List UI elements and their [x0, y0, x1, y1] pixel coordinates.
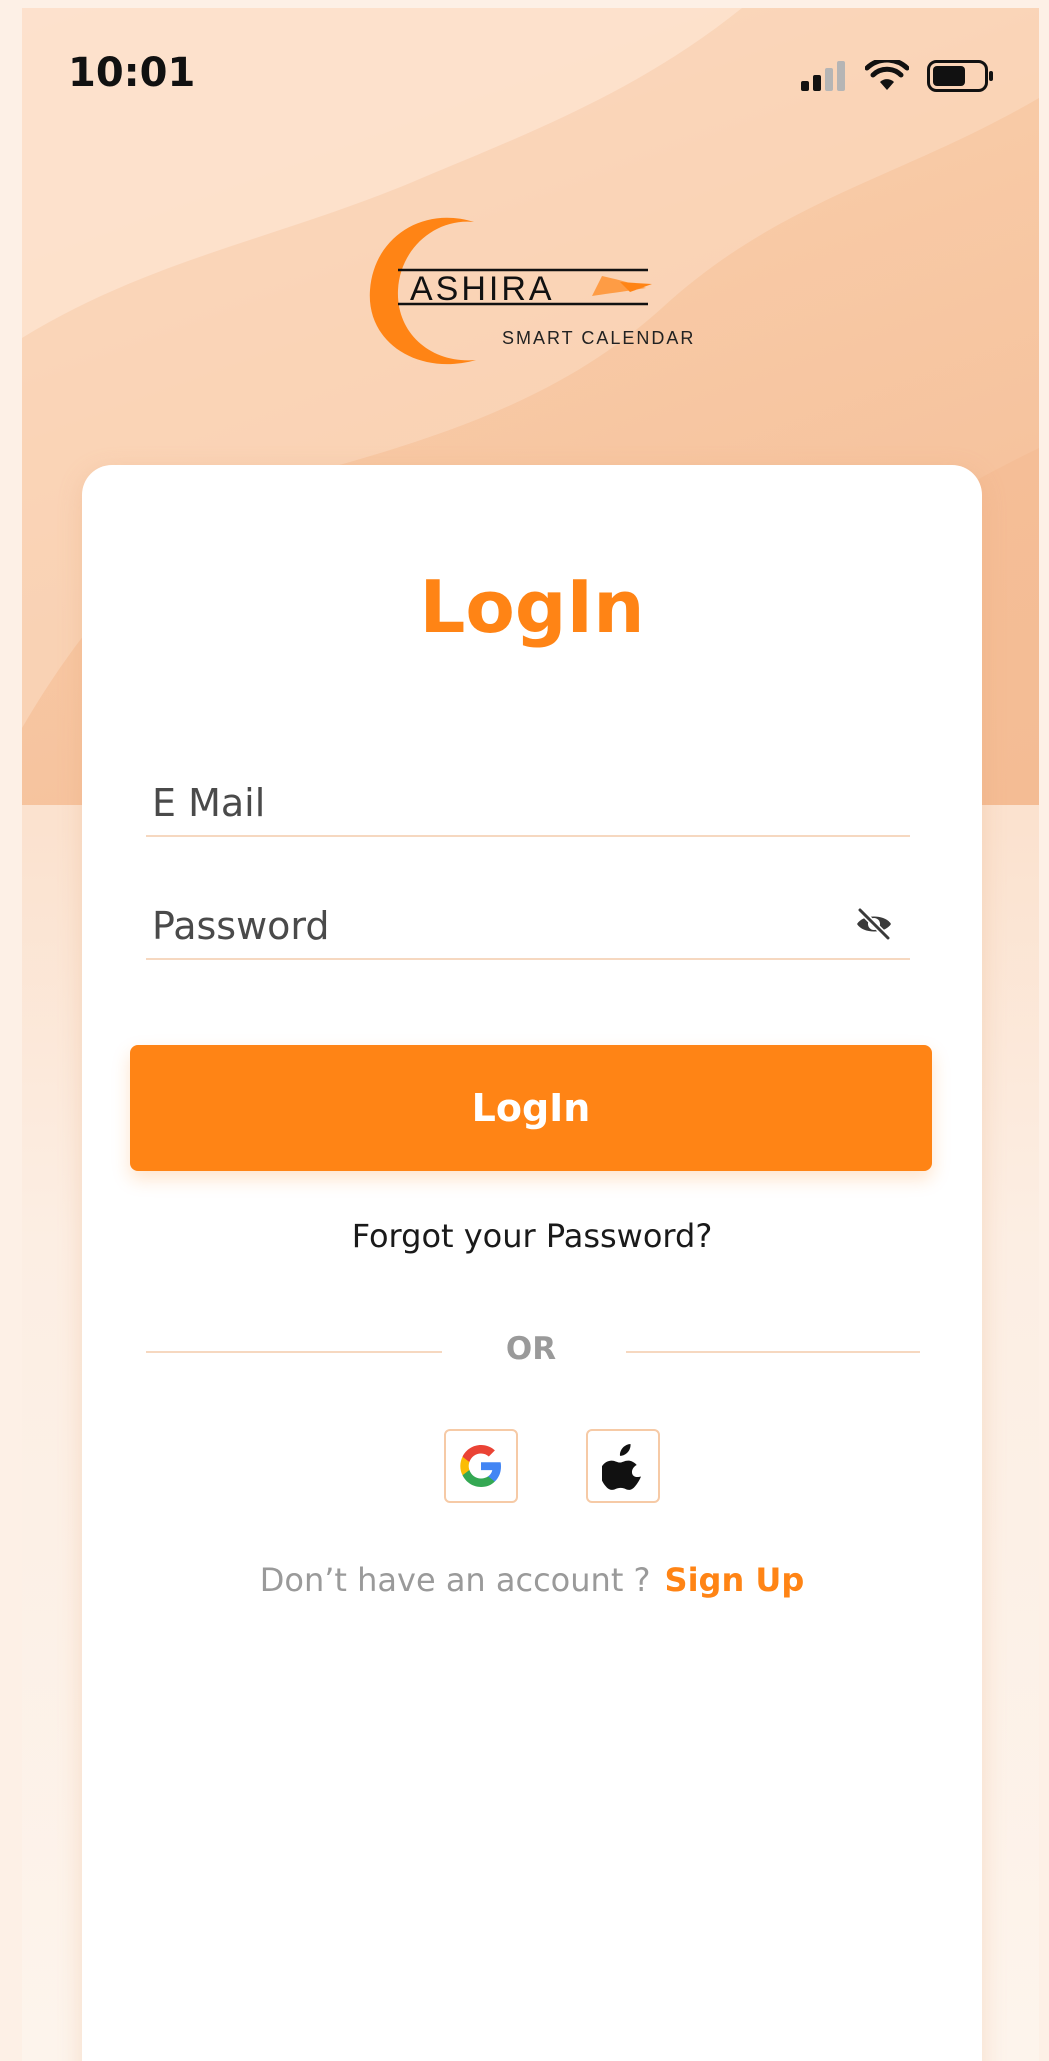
logo-tagline-text: SMART CALENDAR	[502, 328, 695, 348]
login-card: LogIn E Mail Password LogIn Forgot your …	[82, 465, 982, 2061]
email-field-label: E Mail	[152, 781, 266, 825]
or-divider: OR	[146, 1331, 920, 1371]
wifi-icon	[865, 60, 909, 90]
status-icons	[801, 60, 995, 92]
password-field[interactable]: Password	[146, 888, 910, 960]
google-login-button[interactable]	[444, 1429, 518, 1503]
divider-line-right	[626, 1351, 920, 1353]
login-button[interactable]: LogIn	[130, 1045, 932, 1171]
password-field-label: Password	[152, 904, 330, 948]
apple-logo-icon	[602, 1444, 641, 1490]
forgot-password-link[interactable]: Forgot your Password?	[82, 1217, 982, 1255]
status-time: 10:01	[68, 50, 196, 96]
signup-row: Don’t have an account ? Sign Up	[82, 1561, 982, 1599]
sign-up-link[interactable]: Sign Up	[665, 1561, 805, 1599]
google-g-icon	[460, 1445, 501, 1487]
login-title: LogIn	[419, 565, 645, 649]
cellular-signal-icon	[801, 61, 845, 91]
app-screen: 10:01 ASHIRA SMART CALENDAR LogIn E Mail…	[22, 8, 1039, 2061]
battery-icon	[927, 60, 993, 92]
email-field[interactable]: E Mail	[146, 765, 910, 837]
no-account-text: Don’t have an account ?	[259, 1561, 651, 1599]
apple-login-button[interactable]	[586, 1429, 660, 1503]
divider-line-left	[146, 1351, 442, 1353]
or-label: OR	[505, 1331, 557, 1367]
app-logo: ASHIRA SMART CALENDAR	[369, 217, 695, 365]
device-frame: 10:01 ASHIRA SMART CALENDAR LogIn E Mail…	[0, 0, 1049, 2061]
logo-brand-text: ASHIRA	[410, 270, 555, 308]
eye-off-icon[interactable]	[854, 906, 894, 942]
